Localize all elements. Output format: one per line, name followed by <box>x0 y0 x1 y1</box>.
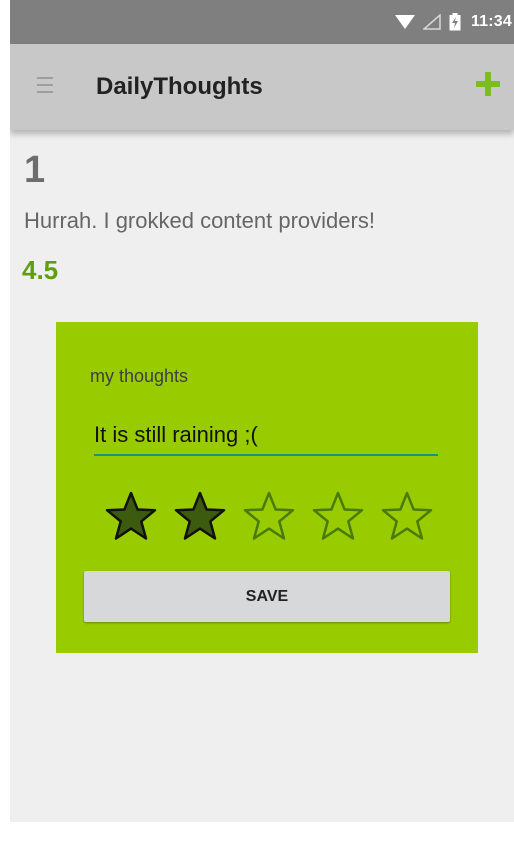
star-empty-icon[interactable] <box>242 490 296 544</box>
entry-number: 1 <box>24 149 46 191</box>
entry-text: Hurrah. I grokked content providers! <box>24 208 375 233</box>
add-icon[interactable] <box>476 72 500 96</box>
star-filled-icon[interactable] <box>104 490 158 544</box>
menu-icon[interactable] <box>37 77 53 97</box>
star-empty-icon[interactable] <box>380 490 434 544</box>
star-empty-icon[interactable] <box>311 490 365 544</box>
battery-charging-icon <box>449 13 461 31</box>
thought-input[interactable] <box>94 418 438 456</box>
star-filled-icon[interactable] <box>173 490 227 544</box>
status-bar: 11:34 <box>10 0 514 44</box>
status-time: 11:34 <box>470 13 512 30</box>
app-bar: DailyThoughts <box>10 44 514 130</box>
wifi-icon <box>394 14 415 30</box>
entry-rating: 4.5 <box>22 255 59 285</box>
save-button[interactable]: SAVE <box>84 571 450 622</box>
status-icons: 11:34 <box>394 13 514 31</box>
phone-screen: 11:34 DailyThoughts 1 Hurrah. I grokked … <box>10 0 514 822</box>
thoughts-label: my thoughts <box>90 366 189 386</box>
thought-dialog: my thoughts SAVE <box>56 322 478 653</box>
app-title: DailyThoughts <box>96 73 263 100</box>
rating-bar[interactable] <box>104 490 434 544</box>
cell-signal-icon <box>422 14 441 30</box>
